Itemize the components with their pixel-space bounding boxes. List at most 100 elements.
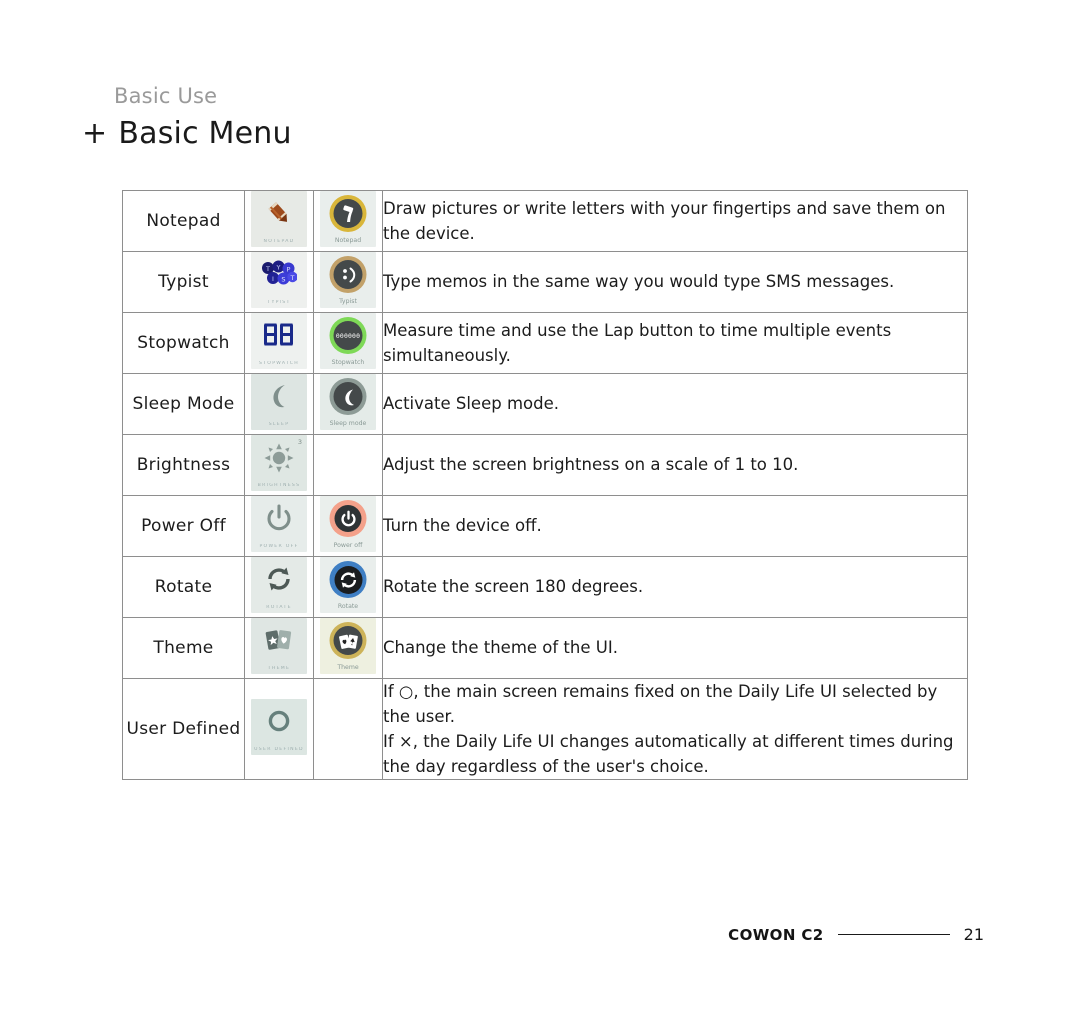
menu-name-cell: User Defined (122, 677, 245, 781)
plus-marker: + (82, 116, 108, 151)
badge-inner (333, 199, 363, 228)
badge-ring (329, 195, 367, 232)
badge-ring (329, 622, 367, 659)
menu-badge-cell: Notepad (313, 190, 383, 252)
svg-text:P: P (287, 266, 291, 274)
menu-badge-cell-empty (313, 434, 383, 496)
badge-caption: Power off (333, 542, 363, 549)
table-row: Stopwatch STOPWATCH 000000 Stopwatch Mea… (122, 312, 968, 374)
icon-caption: ROTATE (266, 605, 292, 610)
footer-brand: COWON C2 (728, 925, 824, 944)
menu-icon-cell: POWER OFF (244, 495, 314, 557)
menu-icon-cell: ROTATE (244, 556, 314, 618)
sleep-mode-badge-icon: Sleep mode (320, 374, 376, 430)
badge-caption: Sleep mode (329, 420, 367, 427)
badge-caption: Rotate (337, 603, 359, 610)
menu-badge-cell: 000000 Stopwatch (313, 312, 383, 374)
seven-segment-glyph (251, 317, 307, 353)
ring-circle-glyph (251, 703, 307, 739)
badge-ring (329, 561, 367, 598)
svg-text:T: T (290, 274, 295, 282)
svg-text:T: T (265, 265, 270, 273)
menu-description-cell: Adjust the screen brightness on a scale … (382, 434, 968, 496)
badge-caption: Typist (339, 298, 357, 305)
menu-description-cell: Draw pictures or write letters with your… (382, 190, 968, 252)
ring-circle-icon: USER DEFINED (251, 699, 307, 756)
icon-caption: BRIGHTNESS (257, 483, 301, 488)
menu-icon-cell: 3 BRIGHTNESS (244, 434, 314, 496)
page-number: 21 (963, 925, 984, 944)
menu-icon-cell: THEME (244, 617, 314, 679)
table-row: Brightness 3 BRIGHTNESS Adjust the scree… (122, 434, 968, 496)
rotate-arrows-icon: ROTATE (251, 557, 307, 613)
menu-description-cell: Measure time and use the Lap button to t… (382, 312, 968, 374)
menu-icon-cell: SLEEP (244, 373, 314, 435)
badge-ring: 000000 (329, 317, 367, 354)
icon-caption: SLEEP (268, 422, 290, 427)
crescent-moon-glyph (251, 378, 307, 414)
table-row: Rotate ROTATE Rotate Rotate the screen 1… (122, 556, 968, 618)
section-kicker: Basic Use (114, 84, 218, 108)
power-off-badge-icon: Power off (320, 496, 376, 552)
table-row: Typist T Y P I S T TYPIST Typist Type me… (122, 251, 968, 313)
keyboard-keys-icon: T Y P I S T TYPIST (251, 252, 307, 308)
power-icon-glyph (251, 500, 307, 536)
menu-icon-cell: STOPWATCH (244, 312, 314, 374)
page-title-text: Basic Menu (118, 116, 292, 151)
menu-badge-cell: Power off (313, 495, 383, 557)
badge-digits: 000000 (335, 331, 361, 340)
menu-description-cell: If ○, the main screen remains fixed on t… (382, 677, 968, 781)
menu-badge-cell: Rotate (313, 556, 383, 618)
table-row: Sleep Mode SLEEP Sleep mode Activate Sle… (122, 373, 968, 435)
menu-icon-cell: T Y P I S T TYPIST (244, 251, 314, 313)
crescent-moon-icon: SLEEP (251, 374, 307, 430)
icon-caption: POWER OFF (259, 544, 299, 549)
badge-inner (333, 260, 363, 289)
power-icon: POWER OFF (251, 496, 307, 552)
pencil-icon: NOTEPAD (251, 191, 307, 247)
sun-brightness-icon: 3 BRIGHTNESS (251, 435, 307, 491)
menu-description-cell: Type memos in the same way you would typ… (382, 251, 968, 313)
menu-icon-cell: USER DEFINED (244, 677, 314, 781)
page-title: + Basic Menu (82, 116, 292, 151)
svg-text:I: I (272, 275, 274, 283)
menu-name-cell: Rotate (122, 556, 245, 618)
menu-description-cell: Rotate the screen 180 degrees. (382, 556, 968, 618)
badge-inner (334, 565, 362, 594)
menu-icon-cell: NOTEPAD (244, 190, 314, 252)
table-row: Theme THEME Theme Change the theme of th… (122, 617, 968, 679)
badge-ring (329, 500, 367, 537)
menu-name-cell: Power Off (122, 495, 245, 557)
theme-badge-icon: Theme (320, 618, 376, 674)
basic-menu-table: Notepad NOTEPAD Notepad Draw pictures or… (122, 190, 968, 781)
menu-description-cell: Activate Sleep mode. (382, 373, 968, 435)
table-row: Power Off POWER OFF Power off Turn the d… (122, 495, 968, 557)
badge-caption: Notepad (334, 237, 362, 244)
table-row: Notepad NOTEPAD Notepad Draw pictures or… (122, 190, 968, 252)
badge-inner: 000000 (333, 321, 363, 350)
table-row: User Defined USER DEFINED If ○, the main… (122, 677, 968, 781)
seven-segment-88-icon: STOPWATCH (251, 313, 307, 369)
pencil-icon-glyph (251, 195, 307, 231)
svg-text:S: S (281, 276, 285, 284)
menu-name-cell: Stopwatch (122, 312, 245, 374)
smiley-face-icon: Typist (320, 252, 376, 308)
menu-badge-cell: Sleep mode (313, 373, 383, 435)
stopwatch-digits-icon: 000000 Stopwatch (320, 313, 376, 369)
menu-description-cell: Change the theme of the UI. (382, 617, 968, 679)
badge-inner (333, 382, 363, 411)
paint-roller-icon: Notepad (320, 191, 376, 247)
menu-name-cell: Theme (122, 617, 245, 679)
menu-badge-cell: Typist (313, 251, 383, 313)
footer-divider (837, 934, 950, 935)
menu-name-cell: Brightness (122, 434, 245, 496)
svg-text:Y: Y (276, 264, 281, 272)
icon-caption: USER DEFINED (254, 747, 304, 753)
rotate-arrows-glyph (251, 561, 307, 597)
manual-page: Basic Use + Basic Menu Notepad NOTEPAD N… (0, 0, 1080, 1012)
badge-ring (329, 378, 367, 415)
keyboard-keys-glyph: T Y P I S T (251, 256, 307, 292)
icon-caption: TYPIST (267, 300, 291, 305)
menu-badge-cell: Theme (313, 617, 383, 679)
brightness-level-indicator: 3 (297, 438, 302, 446)
